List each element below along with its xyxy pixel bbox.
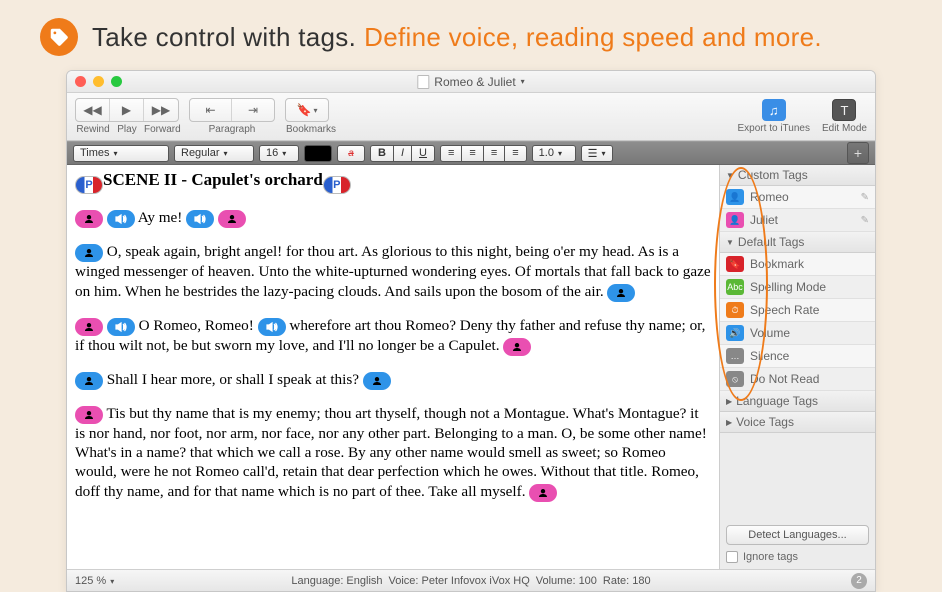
romeo-tag-icon[interactable]: [607, 284, 635, 302]
checkbox-icon[interactable]: [726, 551, 738, 563]
tag-speechrate[interactable]: ⏱Speech Rate: [720, 299, 875, 322]
align-right-button[interactable]: ≡: [483, 145, 504, 162]
align-center-button[interactable]: ≡: [461, 145, 482, 162]
close-button[interactable]: [75, 76, 86, 87]
font-weight-select[interactable]: Regular▾: [174, 145, 254, 162]
tag-bookmark[interactable]: 🔖Bookmark: [720, 253, 875, 276]
romeo-tag-icon[interactable]: [75, 244, 103, 262]
tag-volume[interactable]: 🔊Volume: [720, 322, 875, 345]
add-panel-button[interactable]: +: [847, 142, 869, 164]
juliet-tag-icon[interactable]: [75, 210, 103, 228]
juliet-tag-icon[interactable]: [503, 338, 531, 356]
volume-tag-icon[interactable]: [107, 210, 135, 228]
doc-icon: [417, 75, 429, 89]
person-icon: 👤: [726, 189, 744, 205]
list-button[interactable]: ☰▾: [581, 145, 613, 162]
tags-sidebar: ▼Custom Tags 👤Romeo✎ 👤Juliet✎ ▼Default T…: [719, 165, 875, 569]
zoom-indicator[interactable]: 125 %▾: [75, 575, 118, 587]
volume-icon: 🔊: [726, 325, 744, 341]
bookmark-icon: 🔖: [726, 256, 744, 272]
window-title: Romeo & Juliet ▾: [417, 75, 524, 89]
rewind-button[interactable]: ◀◀: [76, 99, 110, 121]
tag-icon: [40, 18, 78, 56]
text-color-picker[interactable]: [304, 145, 332, 162]
app-window: Romeo & Juliet ▾ ◀◀ ▶ ▶▶ Rewind Play For…: [66, 70, 876, 592]
volume-tag-icon[interactable]: [107, 318, 135, 336]
bold-button[interactable]: B: [370, 145, 393, 162]
main-toolbar: ◀◀ ▶ ▶▶ Rewind Play Forward ⇤ ⇥ Paragrap…: [67, 93, 875, 141]
editor-pane[interactable]: PSCENE II - Capulet's orchardP Ay me! O,…: [67, 165, 719, 569]
banner-text-2: Define voice, reading speed and more.: [364, 22, 822, 53]
language-tags-header[interactable]: ▶Language Tags: [720, 391, 875, 412]
line-height-select[interactable]: 1.0▾: [532, 145, 576, 162]
bookmarks-button[interactable]: 🔖▾: [286, 99, 328, 121]
zoom-button[interactable]: [111, 76, 122, 87]
italic-button[interactable]: I: [393, 145, 411, 162]
mute-icon: ⦸: [726, 371, 744, 387]
underline-button[interactable]: U: [411, 145, 435, 162]
tag-spelling[interactable]: AbcSpelling Mode: [720, 276, 875, 299]
pencil-icon[interactable]: ✎: [861, 192, 869, 203]
edit-mode-button[interactable]: T: [832, 99, 856, 121]
export-itunes-button[interactable]: ♫: [762, 99, 786, 121]
pause-tag-icon[interactable]: P: [75, 176, 103, 194]
person-icon: 👤: [726, 212, 744, 228]
font-family-select[interactable]: Times▾: [73, 145, 169, 162]
status-voice: Voice: Peter Infovox iVox HQ: [389, 575, 530, 587]
minimize-button[interactable]: [93, 76, 104, 87]
romeo-tag-icon[interactable]: [363, 372, 391, 390]
ignore-tags-checkbox[interactable]: Ignore tags: [726, 551, 869, 563]
status-badge[interactable]: 2: [851, 573, 867, 589]
silence-icon: …: [726, 348, 744, 364]
pencil-icon[interactable]: ✎: [861, 215, 869, 226]
voice-tags-header[interactable]: ▶Voice Tags: [720, 412, 875, 433]
tag-romeo[interactable]: 👤Romeo✎: [720, 186, 875, 209]
tag-juliet[interactable]: 👤Juliet✎: [720, 209, 875, 232]
volume-tag-icon[interactable]: [258, 318, 286, 336]
juliet-tag-icon[interactable]: [75, 318, 103, 336]
custom-tags-header[interactable]: ▼Custom Tags: [720, 165, 875, 186]
format-bar: Times▾ Regular▾ 16▾ a B I U ≡ ≡ ≡ ≡ 1.0▾…: [67, 141, 875, 165]
play-button[interactable]: ▶: [110, 99, 144, 121]
volume-tag-icon[interactable]: [186, 210, 214, 228]
juliet-tag-icon[interactable]: [218, 210, 246, 228]
promo-banner: Take control with tags. Define voice, re…: [0, 0, 942, 70]
status-bar: 125 %▾ Language: English Voice: Peter In…: [67, 569, 875, 591]
tag-silence[interactable]: …Silence: [720, 345, 875, 368]
status-volume: Volume: 100: [536, 575, 597, 587]
default-tags-header[interactable]: ▼Default Tags: [720, 232, 875, 253]
font-size-input[interactable]: 16▾: [259, 145, 299, 162]
romeo-tag-icon[interactable]: [75, 372, 103, 390]
forward-button[interactable]: ▶▶: [144, 99, 178, 121]
align-justify-button[interactable]: ≡: [504, 145, 526, 162]
status-rate: Rate: 180: [603, 575, 651, 587]
chevron-down-icon[interactable]: ▾: [521, 77, 525, 86]
detect-languages-button[interactable]: Detect Languages...: [726, 525, 869, 545]
gauge-icon: ⏱: [726, 302, 744, 318]
status-language: Language: English: [291, 575, 382, 587]
tag-donotread[interactable]: ⦸Do Not Read: [720, 368, 875, 391]
prev-paragraph-button[interactable]: ⇤: [190, 99, 232, 121]
align-left-button[interactable]: ≡: [440, 145, 461, 162]
pause-tag-icon[interactable]: P: [323, 176, 351, 194]
titlebar: Romeo & Juliet ▾: [67, 71, 875, 93]
abc-icon: Abc: [726, 279, 744, 295]
juliet-tag-icon[interactable]: [75, 406, 103, 424]
next-paragraph-button[interactable]: ⇥: [232, 99, 274, 121]
juliet-tag-icon[interactable]: [529, 484, 557, 502]
banner-text-1: Take control with tags.: [92, 22, 356, 53]
highlight-picker[interactable]: a: [337, 145, 365, 162]
